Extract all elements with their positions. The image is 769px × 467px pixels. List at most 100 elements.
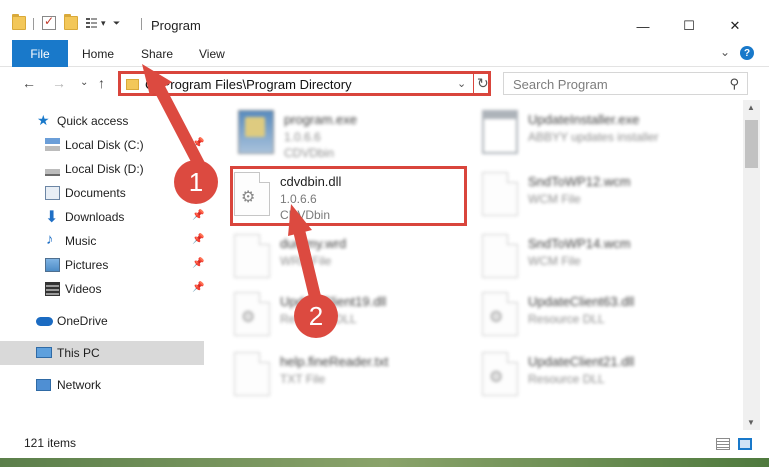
- tab-view[interactable]: View: [199, 47, 225, 61]
- sidebar-item-label: Downloads: [65, 210, 125, 224]
- file-item[interactable]: program.exe 1.0.6.6 CDVDbin: [238, 106, 488, 168]
- search-input[interactable]: Search Program ⚲: [503, 72, 748, 95]
- pin-icon[interactable]: 📌: [192, 234, 204, 245]
- computer-icon: [36, 347, 52, 358]
- drive-icon: [45, 162, 60, 176]
- title-bar: ▾ ⏷ Program — ☐ ✕: [0, 0, 769, 40]
- sidebar-item-this-pc[interactable]: This PC: [0, 341, 204, 365]
- file-item[interactable]: SndToWP14.wcm WCM File: [482, 230, 732, 292]
- vertical-scrollbar[interactable]: ▲ ▼: [743, 100, 760, 430]
- scroll-down-icon[interactable]: ▼: [747, 418, 755, 427]
- installer-file-icon: [482, 110, 518, 154]
- sidebar-item-onedrive[interactable]: OneDrive: [0, 309, 204, 333]
- sidebar-item-label: Quick access: [57, 114, 129, 128]
- drive-icon: [45, 138, 60, 152]
- step-2-badge: 2: [294, 294, 338, 338]
- folder-icon: [12, 14, 26, 30]
- tab-share[interactable]: Share: [141, 47, 173, 61]
- sidebar-item-label: Music: [65, 234, 97, 248]
- file-item[interactable]: ⚙ UpdateClient21.dll Resource DLL: [482, 348, 732, 410]
- file-item[interactable]: ⚙ UpdateClient19.dll Resource DLL: [234, 288, 484, 350]
- tab-home[interactable]: Home: [82, 47, 114, 61]
- expand-ribbon-icon[interactable]: ⌄: [720, 45, 730, 59]
- pin-icon[interactable]: 📌: [192, 138, 204, 149]
- videos-icon: [45, 282, 60, 296]
- gear-icon: ⚙: [489, 309, 504, 326]
- file-name: program.exe: [284, 112, 357, 127]
- search-placeholder: Search Program: [513, 77, 608, 92]
- scroll-up-icon[interactable]: ▲: [747, 103, 755, 112]
- address-folder-icon: [126, 79, 139, 90]
- properties-check-icon[interactable]: [42, 14, 56, 30]
- minimize-button[interactable]: —: [620, 12, 666, 40]
- file-name: help.fineReader.txt: [280, 354, 389, 369]
- file-name: UpdateInstaller.exe: [528, 112, 640, 127]
- step-1-badge: 1: [174, 160, 218, 204]
- file-item[interactable]: ⚙ UpdateClient63.dll Resource DLL: [482, 288, 732, 350]
- pin-icon[interactable]: 📌: [192, 258, 204, 269]
- sidebar-item-pictures[interactable]: Pictures 📌: [0, 253, 204, 277]
- sidebar-item-label: Videos: [65, 282, 102, 296]
- pin-icon[interactable]: 📌: [192, 210, 204, 221]
- file-type: Resource DLL: [528, 372, 605, 386]
- file-type: WRD File: [280, 254, 332, 268]
- details-view-icon[interactable]: [716, 438, 730, 450]
- title-separator: [141, 18, 142, 30]
- sidebar-item-local-disk-c[interactable]: Local Disk (C:) 📌: [0, 133, 204, 157]
- navigation-bar: ← → ⌄ ↑ C:\Program Files\Program Directo…: [0, 67, 769, 100]
- file-name: SndToWP14.wcm: [528, 236, 631, 251]
- file-item[interactable]: help.fineReader.txt TXT File: [234, 348, 484, 410]
- gear-icon: ⚙: [241, 309, 256, 326]
- large-icons-view-icon[interactable]: [738, 438, 752, 450]
- sidebar-item-label: Network: [57, 378, 102, 392]
- cloud-icon: [36, 317, 53, 326]
- refresh-icon[interactable]: ↻: [477, 75, 489, 92]
- layout-icon[interactable]: [84, 16, 98, 30]
- back-button[interactable]: ←: [22, 75, 36, 91]
- new-folder-icon[interactable]: [64, 14, 78, 30]
- search-icon[interactable]: ⚲: [729, 76, 739, 92]
- pictures-icon: [45, 258, 60, 272]
- sidebar-item-downloads[interactable]: ⬇ Downloads 📌: [0, 205, 204, 229]
- sidebar-item-label: Pictures: [65, 258, 109, 272]
- address-dropdown-icon[interactable]: ⌄: [457, 77, 466, 90]
- status-bar: 121 items: [0, 430, 769, 458]
- help-icon[interactable]: ?: [740, 46, 754, 60]
- file-list: program.exe 1.0.6.6 CDVDbin ⚙ cdvdbin.dl…: [208, 100, 743, 430]
- address-bar[interactable]: C:\Program Files\Program Directory ⌄ ↻: [118, 71, 491, 96]
- file-type: TXT File: [280, 372, 326, 386]
- pin-icon[interactable]: 📌: [192, 282, 204, 293]
- file-name: UpdateClient63.dll: [528, 294, 635, 309]
- desktop-edge: [0, 458, 769, 467]
- address-path[interactable]: C:\Program Files\Program Directory: [145, 77, 352, 92]
- customize-quick-access-icon[interactable]: ⏷: [113, 18, 120, 29]
- sidebar-item-label: Documents: [65, 186, 126, 200]
- scroll-thumb[interactable]: [745, 120, 758, 168]
- tab-file[interactable]: File: [12, 40, 68, 67]
- up-button[interactable]: ↑: [98, 75, 105, 91]
- file-item[interactable]: SndToWP12.wcm WCM File: [482, 168, 732, 230]
- sidebar-item-label: Local Disk (D:): [65, 162, 144, 176]
- sidebar-item-music[interactable]: ♪ Music 📌: [0, 229, 204, 253]
- highlight-box: [230, 166, 467, 226]
- layout-dropdown-icon[interactable]: ▾: [101, 18, 106, 29]
- document-file-icon: [482, 234, 518, 278]
- file-description: ABBYY updates installer: [528, 130, 659, 144]
- sidebar-item-quick-access[interactable]: ★ Quick access: [0, 109, 204, 133]
- navigation-pane: ★ Quick access Local Disk (C:) 📌 Local D…: [0, 100, 208, 430]
- dll-file-icon: ⚙: [234, 292, 270, 336]
- file-item[interactable]: dummy.wrd WRD File: [234, 230, 484, 292]
- maximize-button[interactable]: ☐: [666, 12, 712, 40]
- ribbon: File Home Share View ⌄: [0, 40, 769, 67]
- forward-button[interactable]: →: [52, 75, 66, 91]
- file-type: Resource DLL: [528, 312, 605, 326]
- sidebar-item-videos[interactable]: Videos 📌: [0, 277, 204, 301]
- sidebar-item-label: OneDrive: [57, 314, 108, 328]
- dll-file-icon: ⚙: [482, 292, 518, 336]
- sidebar-item-network[interactable]: Network: [0, 373, 204, 397]
- dll-file-icon: ⚙: [482, 352, 518, 396]
- file-name: SndToWP12.wcm: [528, 174, 631, 189]
- close-button[interactable]: ✕: [712, 12, 758, 40]
- recent-locations-button[interactable]: ⌄: [80, 77, 88, 88]
- file-item[interactable]: UpdateInstaller.exe ABBYY updates instal…: [482, 106, 732, 168]
